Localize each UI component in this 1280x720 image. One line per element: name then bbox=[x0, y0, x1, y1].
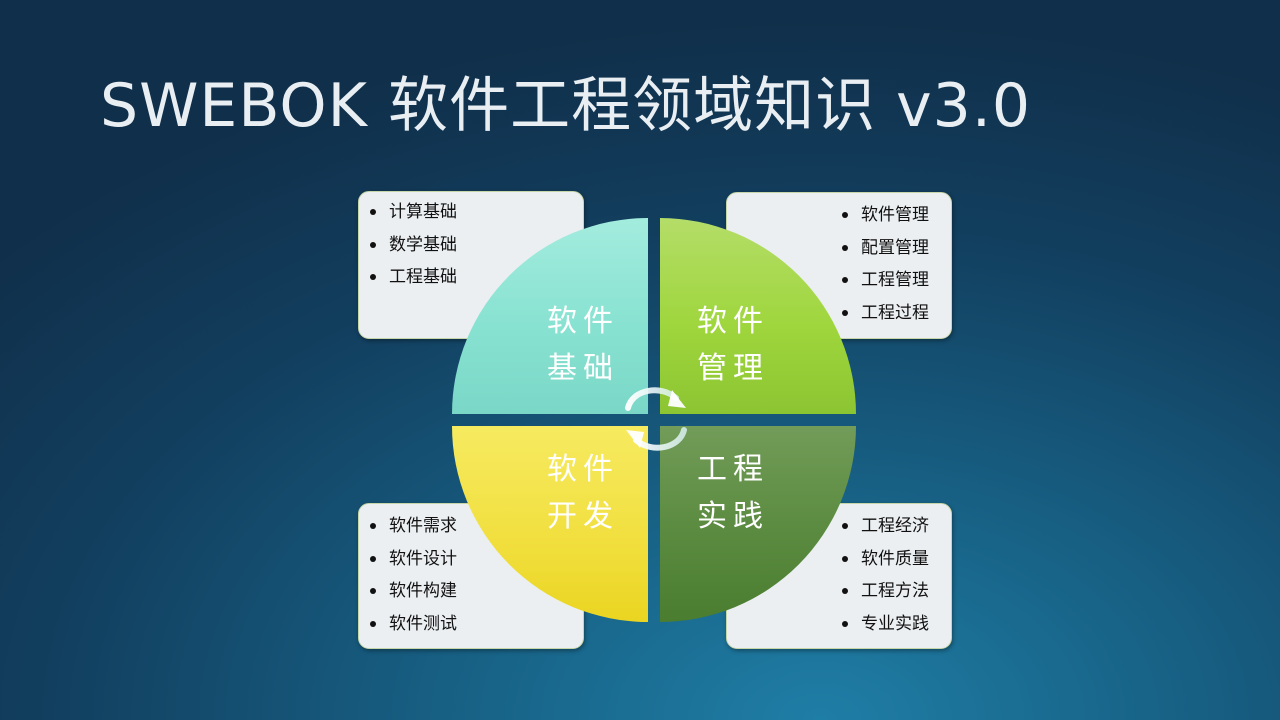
label-line: 软件 bbox=[697, 304, 769, 339]
quadrant-label-practice: 工程 实践 bbox=[688, 446, 778, 540]
page-title: SWEBOK 软件工程领域知识 v3.0 bbox=[100, 71, 1032, 141]
list-item: 工程经济 bbox=[842, 510, 951, 543]
label-line: 开发 bbox=[547, 499, 619, 534]
label-line: 基础 bbox=[547, 351, 619, 386]
list-item: 计算基础 bbox=[370, 196, 583, 229]
label-line: 软件 bbox=[547, 304, 619, 339]
list-item: 工程方法 bbox=[842, 575, 951, 608]
label-line: 实践 bbox=[697, 499, 769, 534]
list-item: 工程管理 bbox=[842, 264, 951, 297]
label-line: 工程 bbox=[697, 452, 769, 487]
quadrant-label-management: 软件 管理 bbox=[688, 298, 778, 392]
label-line: 软件 bbox=[547, 452, 619, 487]
cycle-arrows-icon bbox=[625, 387, 687, 451]
list-item: 软件测试 bbox=[370, 608, 583, 641]
label-line: 管理 bbox=[697, 351, 769, 386]
list-item: 软件管理 bbox=[842, 199, 951, 232]
list-item: 专业实践 bbox=[842, 608, 951, 641]
list-item: 软件质量 bbox=[842, 543, 951, 576]
list-item: 工程过程 bbox=[842, 297, 951, 330]
quadrant-label-development: 软件 开发 bbox=[538, 446, 628, 540]
quadrant-label-foundations: 软件 基础 bbox=[538, 298, 628, 392]
list-item: 配置管理 bbox=[842, 232, 951, 265]
